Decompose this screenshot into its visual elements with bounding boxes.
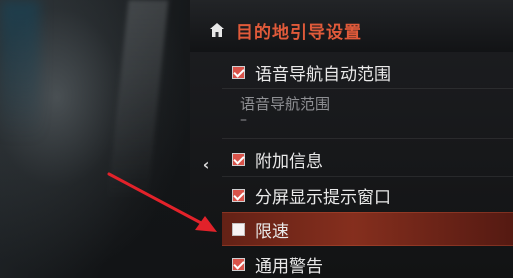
divider xyxy=(222,176,513,177)
setting-label: 限速 xyxy=(255,221,289,242)
setting-label: 分屏显示提示窗口 xyxy=(255,187,391,208)
back-button[interactable]: ‹ xyxy=(196,154,216,174)
setting-label: 附加信息 xyxy=(255,151,323,172)
checkbox-checked-icon[interactable] xyxy=(232,257,245,271)
page-title: 目的地引导设置 xyxy=(236,22,362,43)
setting-additional-info[interactable]: 附加信息 xyxy=(222,142,513,176)
setting-split-screen-window[interactable]: 分屏显示提示窗口 xyxy=(222,178,513,212)
checkbox-checked-icon[interactable] xyxy=(232,65,245,79)
blue-reflection xyxy=(0,0,40,140)
setting-value: – xyxy=(240,112,247,128)
setting-label: 语音导航范围 xyxy=(240,94,331,113)
divider xyxy=(222,138,513,139)
setting-general-warning[interactable]: 通用警告 xyxy=(222,250,513,278)
home-icon[interactable] xyxy=(208,21,226,39)
checkbox-unchecked-icon[interactable] xyxy=(232,222,245,236)
chevron-left-icon: ‹ xyxy=(202,154,210,174)
setting-voice-nav-range-value: – xyxy=(222,112,513,128)
checkbox-checked-icon[interactable] xyxy=(232,188,245,202)
divider xyxy=(222,88,513,89)
setting-voice-nav-auto-range[interactable]: 语音导航自动范围 xyxy=(222,56,513,88)
setting-label: 通用警告 xyxy=(255,256,323,277)
setting-label: 语音导航自动范围 xyxy=(255,64,391,85)
setting-speed-limit[interactable]: 限速 xyxy=(222,212,513,246)
car-infotainment-screen: 目的地引导设置 ‹ 语音导航自动范围 语音导航范围 – 附加信息 分屏显示提示窗… xyxy=(0,0,513,278)
checkbox-checked-icon[interactable] xyxy=(232,152,245,166)
